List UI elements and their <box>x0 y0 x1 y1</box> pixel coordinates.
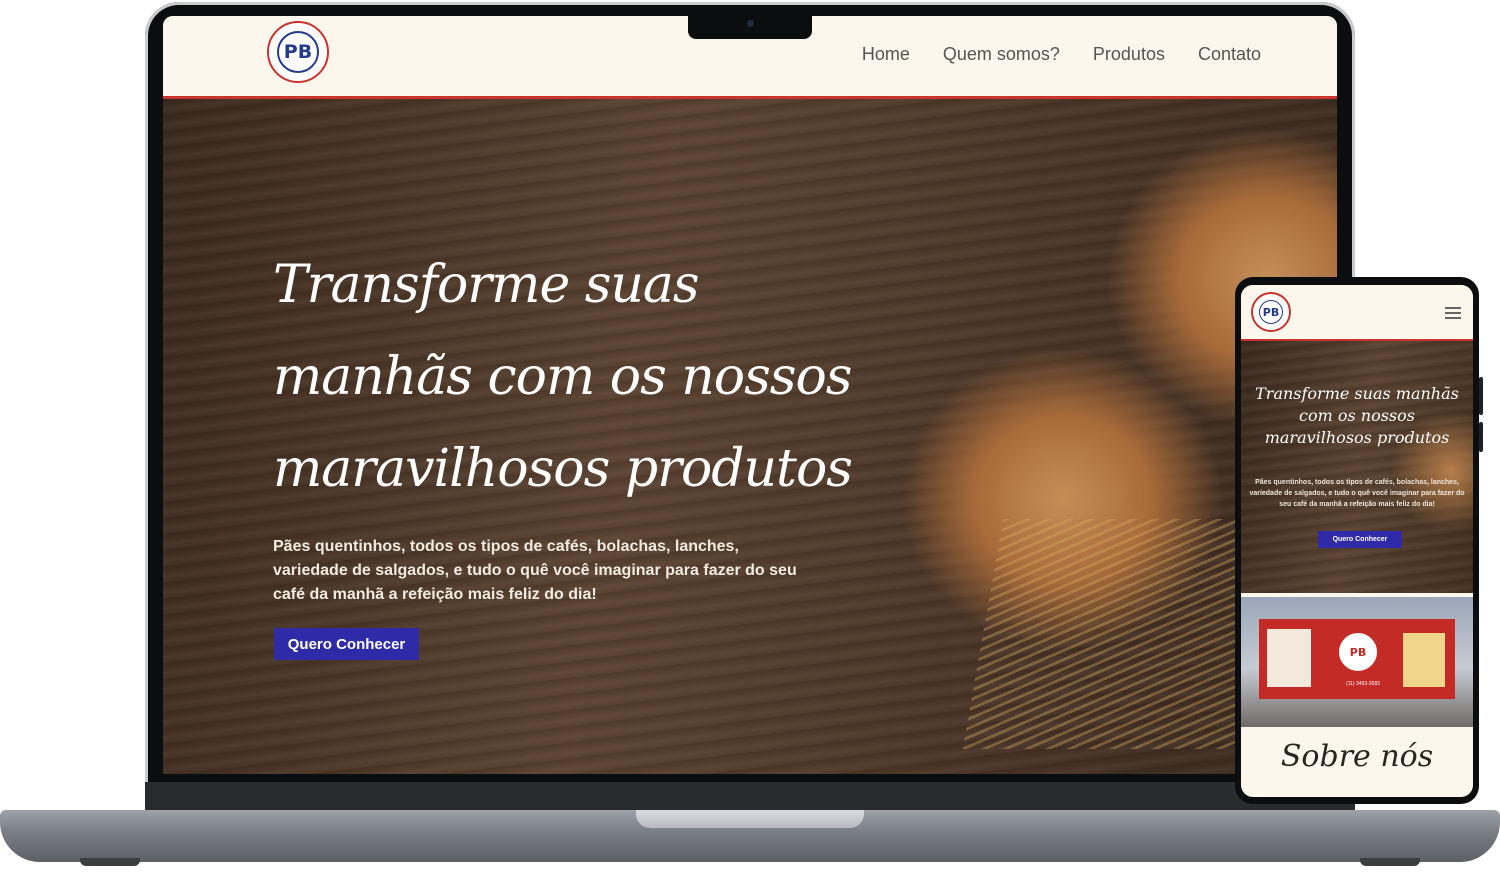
laptop-base <box>0 810 1500 862</box>
pb-logo[interactable]: PB <box>1251 292 1291 332</box>
mobile-quero-conhecer-button[interactable]: Quero Conhecer <box>1318 531 1402 548</box>
mobile-hero-title: Transforme suas manhãs com os nossos mar… <box>1255 384 1459 447</box>
nav-quem-somos[interactable]: Quem somos? <box>943 44 1060 65</box>
laptop-hinge <box>145 782 1355 812</box>
laptop-foot-left <box>80 858 140 866</box>
hero-title: Transforme suas manhãs com os nossos mar… <box>273 255 853 499</box>
mobile-hero-section: Transforme suas manhãs com os nossos mar… <box>1241 341 1473 593</box>
hamburger-menu-icon[interactable] <box>1445 307 1461 319</box>
nav-contato[interactable]: Contato <box>1198 44 1261 65</box>
phone-side-button <box>1479 377 1483 415</box>
pb-logo[interactable]: PB <box>267 21 329 83</box>
phone-side-button <box>1479 422 1483 452</box>
phone-frame: PB Transforme suas manhãs com os nossos … <box>1235 277 1483 804</box>
pb-logo-mark: PB <box>1259 300 1283 324</box>
billboard-panel-right <box>1403 633 1445 687</box>
mobile-hero-description: Pães quentinhos, todos os tipos de cafés… <box>1249 479 1465 508</box>
hero-description: Pães quentinhos, todos os tipos de cafés… <box>273 538 797 603</box>
mobile-header: PB <box>1241 285 1473 341</box>
laptop-foot-right <box>1360 858 1420 866</box>
laptop-lip <box>636 810 864 828</box>
phone-screen: PB Transforme suas manhãs com os nossos … <box>1241 285 1473 797</box>
pb-logo-mark: PB <box>277 31 319 73</box>
billboard-panel-left <box>1267 629 1311 687</box>
quero-conhecer-button[interactable]: Quero Conhecer <box>274 628 419 660</box>
storefront-phone-number: (11) 3493-2083 <box>1346 681 1380 687</box>
nav-produtos[interactable]: Produtos <box>1093 44 1165 65</box>
main-nav: Home Quem somos? Produtos Contato <box>862 44 1261 65</box>
laptop-notch <box>688 16 812 39</box>
storefront-logo: PB <box>1339 633 1377 671</box>
storefront-billboard: PB (11) 3493-2083 <box>1259 619 1455 699</box>
storefront-photo: PB (11) 3493-2083 <box>1241 597 1473 727</box>
camera-icon <box>747 20 754 27</box>
hero-section: Transforme suas manhãs com os nossos mar… <box>163 99 1337 774</box>
laptop-screen: PB Home Quem somos? Produtos Contato Tra… <box>163 16 1337 774</box>
nav-home[interactable]: Home <box>862 44 910 65</box>
about-heading: Sobre nós <box>1280 739 1434 774</box>
